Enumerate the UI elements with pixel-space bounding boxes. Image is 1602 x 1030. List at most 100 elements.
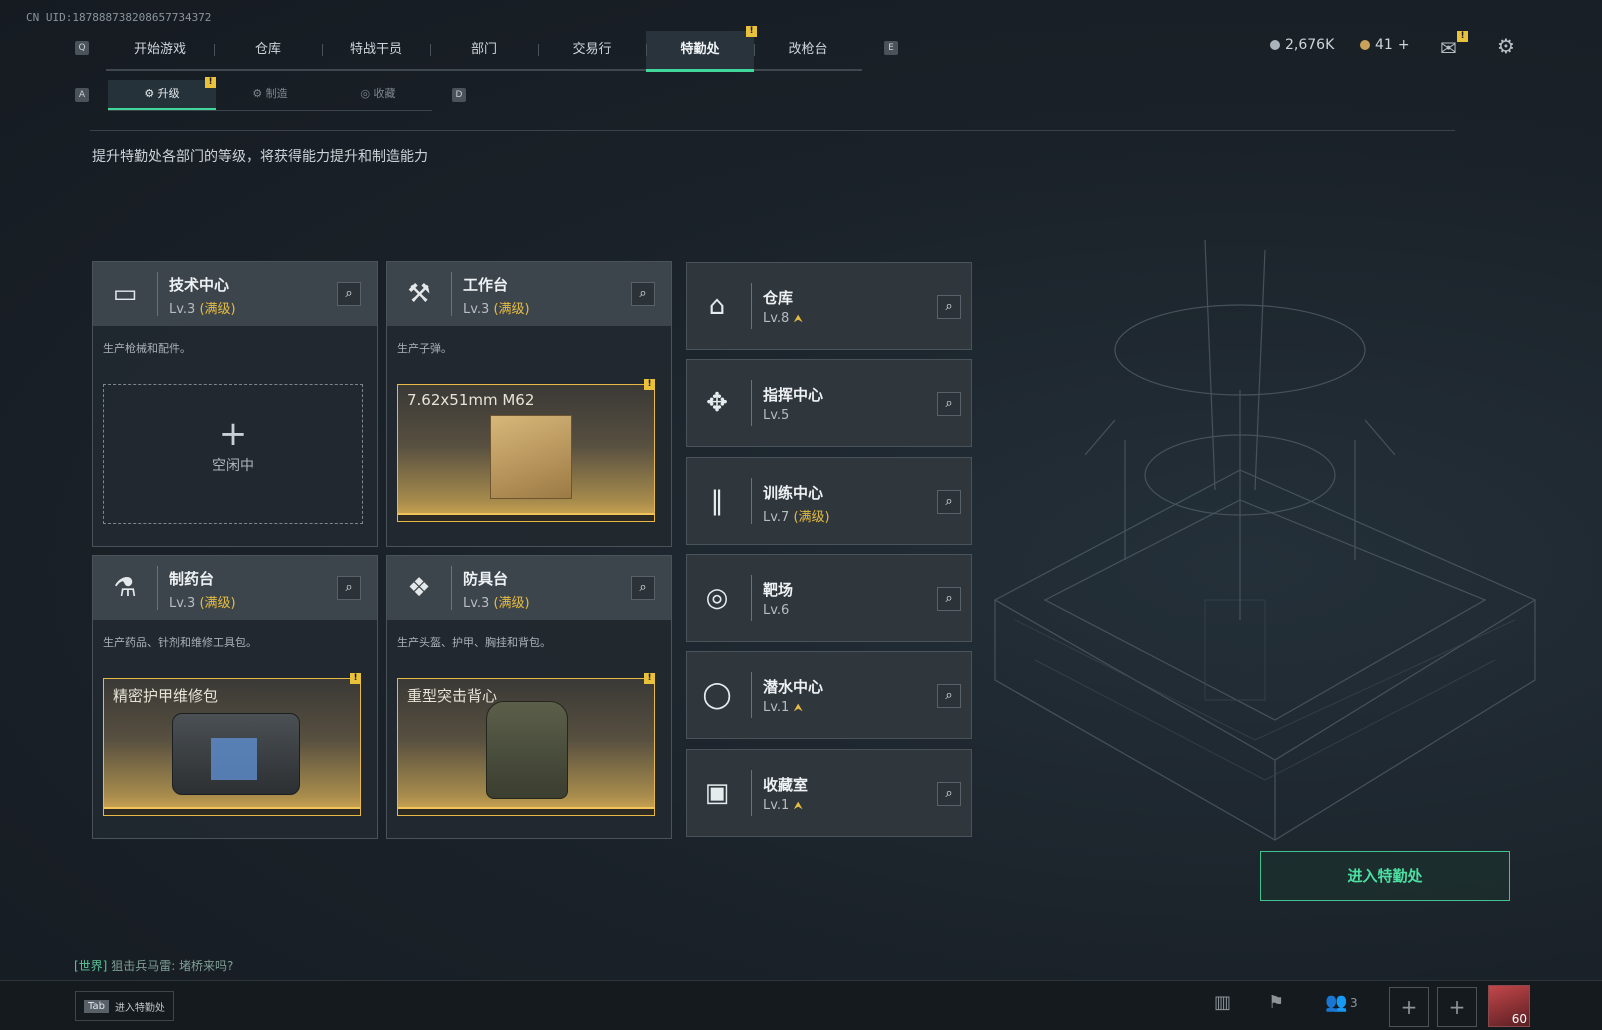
department-card-command-center[interactable]: ✥ 指挥中心 Lv.5 ⌕ (686, 359, 972, 447)
search-icon[interactable]: ⌕ (937, 782, 961, 806)
level-value: Lv.3 (463, 302, 490, 317)
coin-balance[interactable]: 2,676K (1270, 37, 1334, 53)
max-level-tag: (满级) (493, 596, 530, 611)
tab-operators[interactable]: 特战干员 (322, 31, 430, 69)
craft-slot-empty[interactable]: + 空闲中 (103, 384, 363, 524)
subnav-key-left-hint: A (75, 88, 89, 102)
level-value: Lv.6 (763, 603, 790, 618)
divider (751, 575, 752, 621)
display-case-icon: ▣ (704, 778, 730, 808)
add-token-button[interactable]: + (1398, 37, 1410, 53)
upgrade-arrow-icon: ⮝ (793, 701, 803, 714)
token-balance[interactable]: 41 + (1360, 37, 1410, 53)
level-value: Lv.1 (763, 798, 790, 813)
divider (751, 380, 752, 426)
station-level: Lv.3 (满级) (463, 298, 530, 317)
station-card-tech-center[interactable]: ▭ 技术中心 Lv.3 (满级) ⌕ 生产枪械和配件。 + 空闲中 (92, 261, 378, 547)
department-card-training-center[interactable]: ‖ 训练中心 Lv.7 (满级) ⌕ (686, 457, 972, 545)
divider (451, 566, 452, 610)
target-icon: ◎ (705, 583, 729, 613)
department-card-collection-room[interactable]: ▣ 收藏室 Lv.1 ⮝ ⌕ (686, 749, 972, 837)
tab-shortcut-hint[interactable]: Tab 进入特勤处 (75, 991, 174, 1021)
divider (157, 272, 158, 316)
subtab-upgrade-label: 升级 (157, 87, 180, 100)
divider (451, 272, 452, 316)
department-level: Lv.5 (763, 408, 789, 423)
upgrade-arrow-icon: ⮝ (793, 799, 803, 812)
add-teammate-button[interactable]: + (1437, 987, 1477, 1027)
subtab-collection[interactable]: ◎ 收藏 (324, 80, 432, 110)
repair-kit-image (172, 713, 300, 795)
tab-special-service[interactable]: 特勤处 (646, 31, 754, 72)
alert-badge-icon: ! (746, 26, 757, 37)
chat-line[interactable]: [世界] 狙击兵马雷: 堵桥来吗? (74, 957, 233, 974)
search-icon[interactable]: ⌕ (937, 295, 961, 319)
department-name: 仓库 (763, 289, 794, 307)
product-name: 7.62x51mm M62 (407, 391, 535, 409)
tab-warehouse[interactable]: 仓库 (214, 31, 322, 69)
tab-trade[interactable]: 交易行 (538, 31, 646, 69)
station-card-armor-bench[interactable]: ❖ 防具台 Lv.3 (满级) ⌕ 生产头盔、护甲、胸挂和背包。 重型突击背心 … (386, 555, 672, 839)
assault-vest-image (486, 701, 568, 799)
mail-icon[interactable]: ✉ (1440, 36, 1457, 60)
department-card-diving-center[interactable]: ◯ 潜水中心 Lv.1 ⮝ ⌕ (686, 651, 972, 739)
tab-start-game[interactable]: 开始游戏 (106, 31, 214, 69)
warehouse-icon: ⌂ (708, 291, 726, 321)
station-level: Lv.3 (满级) (463, 592, 530, 611)
subnav-key-right-hint: D (452, 88, 466, 102)
settings-gear-icon[interactable]: ⚙ (1497, 34, 1515, 58)
alert-badge-icon: ! (350, 673, 361, 684)
station-card-workbench[interactable]: ⚒ 工作台 Lv.3 (满级) ⌕ 生产子弹。 7.62x51mm M62 ! (386, 261, 672, 547)
slot-status: 空闲中 (212, 458, 254, 474)
search-icon[interactable]: ⌕ (631, 576, 655, 600)
stats-chart-icon[interactable]: ▥ (1214, 992, 1231, 1013)
craft-icon: ⚙ (252, 87, 266, 100)
friends-icon[interactable]: 👥 (1325, 992, 1347, 1013)
department-level: Lv.8 ⮝ (763, 311, 803, 326)
plus-icon: + (218, 414, 248, 454)
search-icon[interactable]: ⌕ (631, 282, 655, 306)
search-icon[interactable]: ⌕ (937, 684, 961, 708)
station-header: ▭ 技术中心 Lv.3 (满级) ⌕ (93, 262, 377, 326)
tab-departments[interactable]: 部门 (430, 31, 538, 69)
upgrade-arrow-icon: ⮝ (793, 312, 803, 325)
craft-slot-product[interactable]: 精密护甲维修包 ! (103, 673, 361, 816)
search-icon[interactable]: ⌕ (937, 587, 961, 611)
subtab-craft[interactable]: ⚙ 制造 (216, 80, 324, 110)
department-card-shooting-range[interactable]: ◎ 靶场 Lv.6 ⌕ (686, 554, 972, 642)
bottom-bar (0, 980, 1602, 1030)
player-avatar[interactable]: 60 (1488, 985, 1530, 1027)
station-card-pharmacy[interactable]: ⚗ 制药台 Lv.3 (满级) ⌕ 生产药品、针剂和维修工具包。 精密护甲维修包… (92, 555, 378, 839)
command-emblem-icon: ✥ (706, 388, 728, 418)
craft-slot-product[interactable]: 7.62x51mm M62 ! (397, 379, 655, 522)
station-level: Lv.3 (满级) (169, 592, 236, 611)
upgrade-icon: ⚙ (144, 87, 158, 100)
mail-alert-badge-icon: ! (1457, 31, 1468, 42)
monitor-icon: ▭ (112, 279, 138, 309)
station-header: ⚒ 工作台 Lv.3 (满级) ⌕ (387, 262, 671, 326)
tab-gunsmith[interactable]: 改枪台 (754, 31, 862, 69)
search-icon[interactable]: ⌕ (937, 490, 961, 514)
flag-icon[interactable]: ⚑ (1268, 992, 1284, 1013)
subtab-upgrade[interactable]: ⚙ 升级 (108, 80, 216, 110)
max-level-tag: (满级) (793, 510, 830, 525)
upgrade-alert-badge-icon: ! (205, 77, 216, 88)
max-level-tag: (满级) (199, 596, 236, 611)
level-value: Lv.7 (763, 510, 790, 525)
max-level-tag: (满级) (493, 302, 530, 317)
level-value: Lv.8 (763, 311, 790, 326)
craft-slot-product[interactable]: 重型突击背心 ! (397, 673, 655, 816)
level-value: Lv.3 (169, 302, 196, 317)
department-card-warehouse[interactable]: ⌂ 仓库 Lv.8 ⮝ ⌕ (686, 262, 972, 350)
station-level: Lv.3 (满级) (169, 298, 236, 317)
divider (751, 283, 752, 329)
search-icon[interactable]: ⌕ (337, 282, 361, 306)
search-icon[interactable]: ⌕ (937, 392, 961, 416)
enter-special-service-button[interactable]: 进入特勤处 (1260, 851, 1510, 901)
alert-badge-icon: ! (644, 379, 655, 390)
station-description: 生产头盔、护甲、胸挂和背包。 (397, 636, 551, 649)
token-icon (1360, 40, 1370, 50)
add-teammate-button[interactable]: + (1389, 987, 1429, 1027)
search-icon[interactable]: ⌕ (337, 576, 361, 600)
divider (90, 130, 1455, 131)
